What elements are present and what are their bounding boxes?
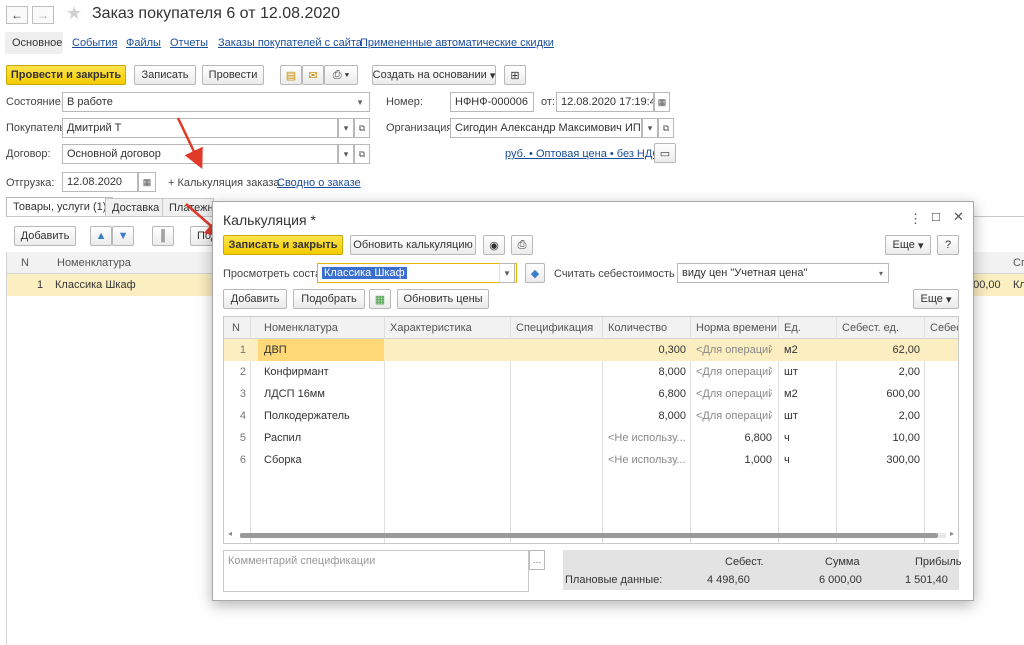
col-unit: Ед. bbox=[784, 322, 801, 334]
dialog-add-button[interactable]: Добавить bbox=[223, 289, 287, 309]
spreadsheet-icon[interactable]: ▦ bbox=[369, 289, 391, 309]
dialog-maximize-icon[interactable]: ☐ bbox=[931, 211, 941, 224]
row-n: 1 bbox=[239, 344, 246, 356]
row-quantity: <Не использу... bbox=[608, 454, 686, 466]
row-unit-cost: 600,00 bbox=[886, 388, 920, 400]
row-time-norm: <Для операций> bbox=[696, 344, 772, 356]
row-nomenclature: ДВП bbox=[264, 344, 287, 356]
dialog-save-close-button[interactable]: Записать и закрыть bbox=[223, 235, 343, 255]
row-quantity: 6,800 bbox=[658, 388, 686, 400]
row-unit: м2 bbox=[784, 388, 798, 400]
dialog-title: Калькуляция * bbox=[223, 212, 316, 228]
row-n: 4 bbox=[239, 410, 246, 422]
view-composition-label: Просмотреть состав: bbox=[223, 268, 330, 280]
row-unit-cost: 10,00 bbox=[892, 432, 920, 444]
row-quantity: 0,300 bbox=[658, 344, 686, 356]
dialog-pick-button[interactable]: Подобрать bbox=[293, 289, 365, 309]
row-time-norm: <Для операций> bbox=[696, 388, 772, 400]
col-unit-cost: Себест. ед. bbox=[842, 322, 900, 334]
arrow-to-calc-link bbox=[176, 117, 203, 170]
col-quantity: Количество bbox=[608, 322, 668, 334]
scroll-right-icon[interactable]: ▸ bbox=[950, 529, 954, 538]
view-nav-icon[interactable]: ◆ bbox=[525, 263, 545, 283]
row-unit: шт bbox=[784, 366, 798, 378]
row-unit-cost: 2,00 bbox=[898, 366, 920, 378]
col-cost-truncated: Себес bbox=[930, 322, 959, 334]
scrollbar-thumb[interactable] bbox=[240, 533, 938, 538]
summary-profit-value: 1 501,40 bbox=[905, 574, 948, 586]
chevron-down-icon: ▾ bbox=[878, 268, 883, 278]
table-row[interactable]: 6 Сборка <Не использу... 1,000 ч 300,00 bbox=[224, 449, 958, 471]
summary-header-cost: Себест. bbox=[725, 556, 764, 568]
view-composition-value: Классика Шкаф bbox=[322, 267, 407, 279]
row-quantity: <Не использу... bbox=[608, 432, 686, 444]
table-row[interactable]: 2 Конфирмант 8,000 <Для операций> шт 2,00 bbox=[224, 361, 958, 383]
spec-comment-field[interactable]: Комментарий спецификации bbox=[223, 550, 529, 592]
help-button[interactable]: ? bbox=[937, 235, 959, 255]
summary-header-profit: Прибыль bbox=[915, 556, 962, 568]
row-quantity: 8,000 bbox=[658, 410, 686, 422]
cost-by-value: виду цен "Учетная цена" bbox=[682, 267, 808, 279]
cost-by-label: Считать себестоимость по: bbox=[554, 268, 693, 280]
col-specification: Спецификация bbox=[516, 322, 594, 334]
table-row[interactable]: 5 Распил <Не использу... 6,800 ч 10,00 bbox=[224, 427, 958, 449]
horizontal-scrollbar[interactable] bbox=[240, 533, 946, 538]
summary-cost-value: 4 498,60 bbox=[707, 574, 750, 586]
calculation-dialog: Калькуляция * ⋮ ☐ ✕ Записать и закрыть О… bbox=[212, 201, 974, 601]
row-n: 6 bbox=[239, 454, 246, 466]
cost-by-select[interactable]: виду цен "Учетная цена" ▾ bbox=[677, 263, 889, 283]
col-characteristic: Характеристика bbox=[390, 322, 472, 334]
calc-rows: 1ДВП0,300<Для операций>м262,002Конфирман… bbox=[224, 339, 958, 471]
summary-sum-value: 6 000,00 bbox=[819, 574, 862, 586]
table-row[interactable]: 1 ДВП 0,300 <Для операций> м2 62,00 bbox=[224, 339, 958, 361]
table-row[interactable]: 4 Полкодержатель 8,000 <Для операций> шт 2,00 bbox=[224, 405, 958, 427]
view-composition-field[interactable]: Классика Шкаф bbox=[317, 263, 517, 283]
table-row[interactable]: 3 ЛДСП 16мм 6,800 <Для операций> м2 600,00 bbox=[224, 383, 958, 405]
row-nomenclature: Распил bbox=[264, 432, 302, 444]
dialog-more-label: Еще bbox=[892, 239, 915, 251]
update-prices-button[interactable]: Обновить цены bbox=[397, 289, 489, 309]
row-time-norm: <Для операций> bbox=[696, 410, 772, 422]
row-unit: ч bbox=[784, 454, 790, 466]
row-time-norm: 1,000 bbox=[744, 454, 772, 466]
dialog-more-button[interactable]: Еще ▾ bbox=[885, 235, 931, 255]
dialog-more2-label: Еще bbox=[920, 293, 943, 305]
row-n: 5 bbox=[239, 432, 246, 444]
row-unit: шт bbox=[784, 410, 798, 422]
spec-comment-placeholder: Комментарий спецификации bbox=[228, 555, 376, 567]
scroll-left-icon[interactable]: ◂ bbox=[228, 529, 232, 538]
calc-table: N Номенклатура Характеристика Спецификац… bbox=[223, 316, 959, 544]
left-border bbox=[6, 252, 7, 645]
summary-header-sum: Сумма bbox=[825, 556, 860, 568]
row-nomenclature: Сборка bbox=[264, 454, 302, 466]
summary-panel: Себест. Сумма Прибыль Плановые данные: 4… bbox=[563, 550, 962, 590]
row-quantity: 8,000 bbox=[658, 366, 686, 378]
col-nomenclature: Номенклатура bbox=[264, 322, 338, 334]
row-unit-cost: 62,00 bbox=[892, 344, 920, 356]
update-calc-button[interactable]: Обновить калькуляцию bbox=[350, 235, 476, 255]
summary-row-label: Плановые данные: bbox=[565, 574, 663, 586]
row-n: 3 bbox=[239, 388, 246, 400]
row-unit: м2 bbox=[784, 344, 798, 356]
view-dropdown-icon[interactable]: ▾ bbox=[499, 263, 515, 283]
col-n: N bbox=[232, 322, 240, 334]
col-time-norm: Норма времени bbox=[696, 322, 777, 334]
row-nomenclature: Конфирмант bbox=[264, 366, 329, 378]
dialog-print-icon[interactable]: ⎙ bbox=[511, 235, 533, 255]
row-time-norm: 6,800 bbox=[744, 432, 772, 444]
row-unit-cost: 2,00 bbox=[898, 410, 920, 422]
dialog-more2-button[interactable]: Еще ▾ bbox=[913, 289, 959, 309]
eye-icon[interactable]: ◉ bbox=[483, 235, 505, 255]
row-nomenclature: ЛДСП 16мм bbox=[264, 388, 325, 400]
dialog-close-icon[interactable]: ✕ bbox=[953, 209, 964, 225]
row-nomenclature: Полкодержатель bbox=[264, 410, 350, 422]
comment-expand-button[interactable]: … bbox=[529, 550, 545, 570]
row-unit-cost: 300,00 bbox=[886, 454, 920, 466]
row-time-norm: <Для операций> bbox=[696, 366, 772, 378]
dialog-menu-icon[interactable]: ⋮ bbox=[909, 211, 922, 227]
row-unit: ч bbox=[784, 432, 790, 444]
row-n: 2 bbox=[239, 366, 246, 378]
